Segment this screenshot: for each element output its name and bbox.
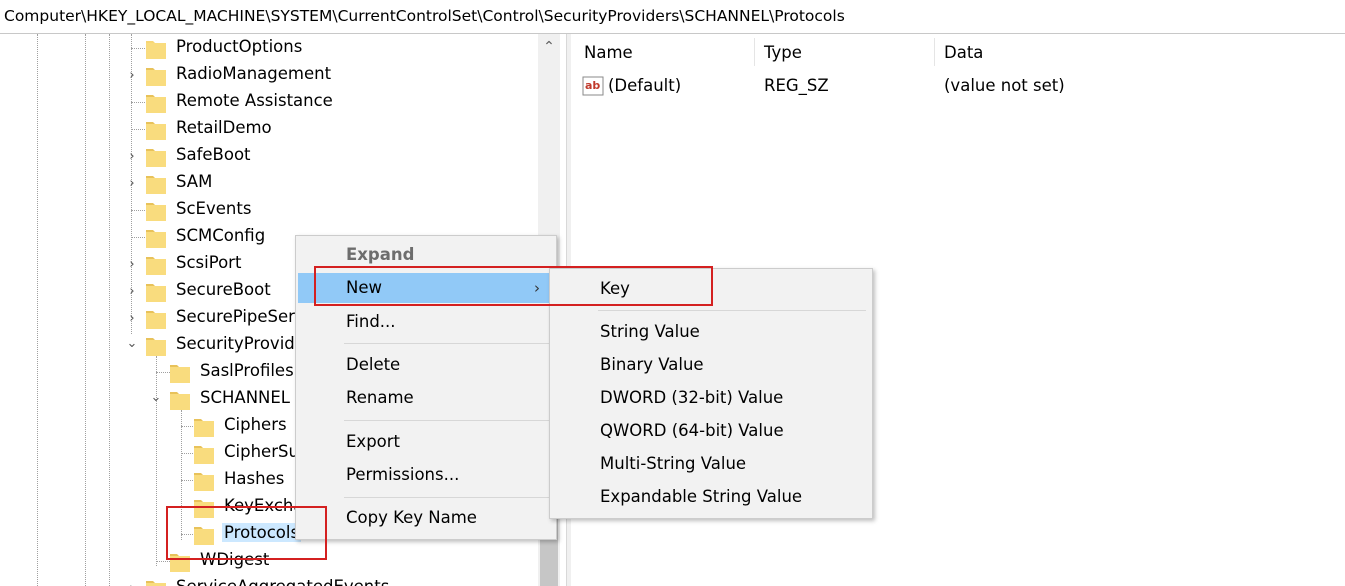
tree-item-retaildemo[interactable]: RetailDemo <box>0 116 540 143</box>
tree-item-label: SaslProfiles <box>200 361 294 380</box>
chevron-down-icon[interactable]: ⌄ <box>149 391 163 405</box>
folder-icon <box>146 38 166 59</box>
folder-icon <box>146 146 166 167</box>
submenu-item-expandable-string-value[interactable]: Expandable String Value <box>552 482 868 512</box>
chevron-right-icon[interactable]: › <box>125 150 139 164</box>
chevron-right-icon[interactable]: › <box>125 312 139 326</box>
tree-item-label: RetailDemo <box>176 118 272 137</box>
string-value-icon: ab <box>582 76 604 100</box>
submenu-item-qword-value[interactable]: QWORD (64-bit) Value <box>552 416 868 446</box>
column-header-name[interactable]: Name <box>584 43 633 62</box>
tree-item-label: Remote Assistance <box>176 91 333 110</box>
folder-icon <box>146 119 166 140</box>
folder-icon <box>170 362 190 383</box>
column-divider[interactable] <box>754 38 755 66</box>
value-type: REG_SZ <box>764 76 829 95</box>
submenu-item-string-value[interactable]: String Value <box>552 317 868 347</box>
chevron-right-icon[interactable]: › <box>125 69 139 83</box>
tree-item-label: ScsiPort <box>176 253 242 272</box>
value-data: (value not set) <box>944 76 1065 95</box>
svg-text:ab: ab <box>585 79 600 92</box>
folder-icon <box>194 443 214 464</box>
tree-item-label: SecurePipeServ <box>176 307 305 326</box>
folder-open-icon <box>146 335 166 356</box>
value-name: (Default) <box>608 76 682 95</box>
tree-item-serviceaggregatedevents[interactable]: › ServiceAggregatedEvents <box>0 575 540 586</box>
menu-separator <box>344 497 550 498</box>
chevron-down-icon[interactable]: ⌄ <box>125 337 139 351</box>
annotation-box-protocols <box>166 506 327 560</box>
menu-item-export[interactable]: Export <box>298 427 552 457</box>
tree-item-label: SCHANNEL <box>200 388 290 407</box>
tree-item-label: ScEvents <box>176 199 252 218</box>
tree-item-safeboot[interactable]: › SafeBoot <box>0 143 540 170</box>
folder-icon <box>194 416 214 437</box>
chevron-right-icon[interactable]: › <box>125 285 139 299</box>
folder-icon <box>146 200 166 221</box>
folder-icon <box>146 173 166 194</box>
menu-item-find[interactable]: Find... <box>298 307 552 337</box>
folder-icon <box>146 281 166 302</box>
menu-item-permissions[interactable]: Permissions... <box>298 460 552 490</box>
tree-item-label: Ciphers <box>224 415 287 434</box>
tree-item-label: SecureBoot <box>176 280 271 299</box>
menu-item-copy-key-name[interactable]: Copy Key Name <box>298 503 552 533</box>
column-divider[interactable] <box>934 38 935 66</box>
menu-separator <box>344 343 550 344</box>
tree-item-label: Hashes <box>224 469 285 488</box>
tree-item-label: SAM <box>176 172 213 191</box>
scroll-up-icon[interactable]: ⌃ <box>538 36 560 58</box>
folder-icon <box>146 92 166 113</box>
submenu-item-binary-value[interactable]: Binary Value <box>552 350 868 380</box>
folder-icon <box>146 227 166 248</box>
tree-item-radiomanagement[interactable]: › RadioManagement <box>0 62 540 89</box>
chevron-right-icon[interactable]: › <box>125 582 139 586</box>
tree-item-label: SafeBoot <box>176 145 251 164</box>
chevron-right-icon[interactable]: › <box>125 177 139 191</box>
annotation-box-new-key <box>314 266 713 306</box>
column-header-data[interactable]: Data <box>944 43 983 62</box>
tree-item-label: RadioManagement <box>176 64 332 83</box>
tree-item-label: CipherSu <box>224 442 299 461</box>
tree-item-productoptions[interactable]: ProductOptions <box>0 35 540 62</box>
tree-item-label: ProductOptions <box>176 37 303 56</box>
folder-icon <box>146 65 166 86</box>
tree-item-remote-assistance[interactable]: Remote Assistance <box>0 89 540 116</box>
folder-icon <box>146 578 166 586</box>
submenu-item-dword-value[interactable]: DWORD (32-bit) Value <box>552 383 868 413</box>
address-bar[interactable]: Computer\HKEY_LOCAL_MACHINE\SYSTEM\Curre… <box>0 0 1345 34</box>
menu-item-rename[interactable]: Rename <box>298 383 552 413</box>
address-path: Computer\HKEY_LOCAL_MACHINE\SYSTEM\Curre… <box>4 7 845 25</box>
tree-item-scevents[interactable]: ScEvents <box>0 197 540 224</box>
menu-item-delete[interactable]: Delete <box>298 350 552 380</box>
tree-item-label: ServiceAggregatedEvents <box>176 577 389 586</box>
tree-item-sam[interactable]: › SAM <box>0 170 540 197</box>
column-header-type[interactable]: Type <box>764 43 802 62</box>
tree-item-label: SCMConfig <box>176 226 266 245</box>
menu-separator <box>598 310 866 311</box>
folder-icon <box>194 470 214 491</box>
folder-icon <box>146 308 166 329</box>
folder-icon <box>146 254 166 275</box>
submenu-item-multi-string-value[interactable]: Multi-String Value <box>552 449 868 479</box>
menu-separator <box>344 420 550 421</box>
tree-item-label: SecurityProvide <box>176 334 305 353</box>
chevron-right-icon[interactable]: › <box>125 258 139 272</box>
folder-open-icon <box>170 389 190 410</box>
